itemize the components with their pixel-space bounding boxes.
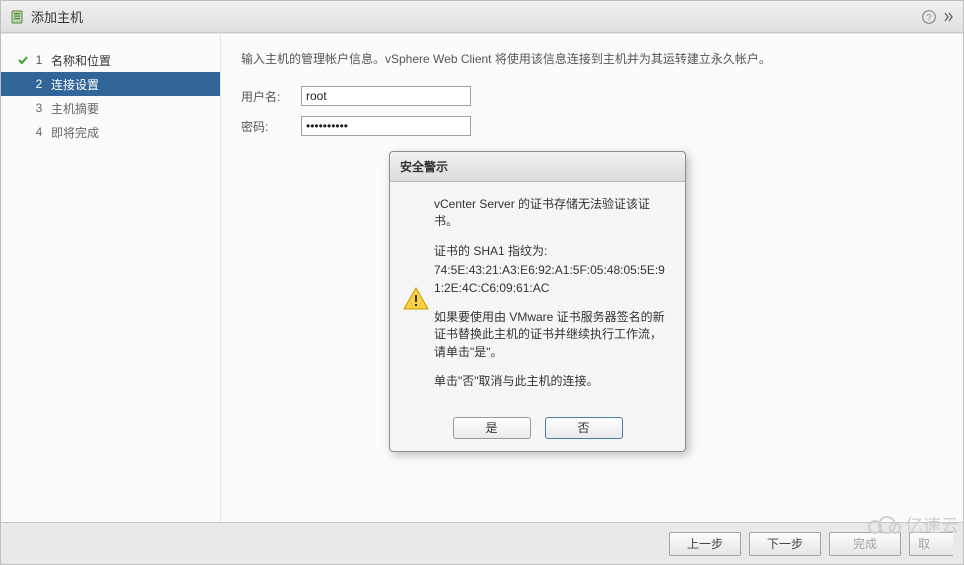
dialog-buttons: 是 否: [390, 413, 685, 451]
step-number: 1: [31, 53, 47, 67]
dialog-body: vCenter Server 的证书存储无法验证该证书。 证书的 SHA1 指纹…: [390, 182, 685, 413]
nav-step-ready: 4 即将完成: [1, 120, 220, 144]
password-label: 密码:: [241, 118, 301, 135]
host-icon: [9, 9, 25, 25]
step-number: 4: [31, 125, 47, 139]
checkmark-icon: [15, 54, 31, 66]
window-title: 添加主机: [31, 7, 915, 26]
step-label: 即将完成: [51, 124, 99, 141]
titlebar: 添加主机 ?: [1, 1, 963, 33]
password-row: 密码:: [241, 116, 943, 136]
username-label: 用户名:: [241, 88, 301, 105]
nav-step-name-location[interactable]: 1 名称和位置: [1, 48, 220, 72]
dialog-line1: vCenter Server 的证书存储无法验证该证书。: [434, 196, 673, 231]
add-host-wizard: 添加主机 ? 1 名称和位置 2 连接: [0, 0, 964, 565]
dialog-fingerprint: 74:5E:43:21:A3:E6:92:A1:5F:05:48:05:5E:9…: [434, 262, 673, 297]
instruction-text: 输入主机的管理帐户信息。vSphere Web Client 将使用该信息连接到…: [241, 50, 943, 68]
step-number: 2: [31, 77, 47, 91]
expand-icon[interactable]: [943, 11, 955, 23]
dialog-text: vCenter Server 的证书存储无法验证该证书。 证书的 SHA1 指纹…: [434, 196, 673, 403]
svg-text:?: ?: [926, 12, 931, 22]
nav-step-summary: 3 主机摘要: [1, 96, 220, 120]
nav-step-connection[interactable]: 2 连接设置: [1, 72, 220, 96]
back-button[interactable]: 上一步: [669, 532, 741, 556]
dialog-line4: 单击"否"取消与此主机的连接。: [434, 373, 673, 390]
step-label: 名称和位置: [51, 52, 111, 69]
finish-button: 完成: [829, 532, 901, 556]
no-button[interactable]: 否: [545, 417, 623, 439]
username-row: 用户名:: [241, 86, 943, 106]
security-alert-dialog: 安全警示 vCenter Server 的证书存储无法验证该证书。 证书的 SH…: [389, 151, 686, 452]
dialog-title: 安全警示: [390, 152, 685, 182]
dialog-line3: 如果要使用由 VMware 证书服务器签名的新证书替换此主机的证书并继续执行工作…: [434, 309, 673, 361]
cancel-button: 取: [909, 532, 953, 556]
yes-button[interactable]: 是: [453, 417, 531, 439]
password-input[interactable]: [301, 116, 471, 136]
step-number: 3: [31, 101, 47, 115]
wizard-footer: 上一步 下一步 完成 取: [1, 522, 963, 564]
next-button[interactable]: 下一步: [749, 532, 821, 556]
wizard-nav: 1 名称和位置 2 连接设置 3 主机摘要 4 即将完成: [1, 34, 221, 522]
username-input[interactable]: [301, 86, 471, 106]
warning-icon: [398, 285, 434, 313]
dialog-line2: 证书的 SHA1 指纹为:: [434, 243, 673, 260]
help-icon[interactable]: ?: [921, 9, 937, 25]
step-label: 连接设置: [51, 76, 99, 93]
step-label: 主机摘要: [51, 100, 99, 117]
